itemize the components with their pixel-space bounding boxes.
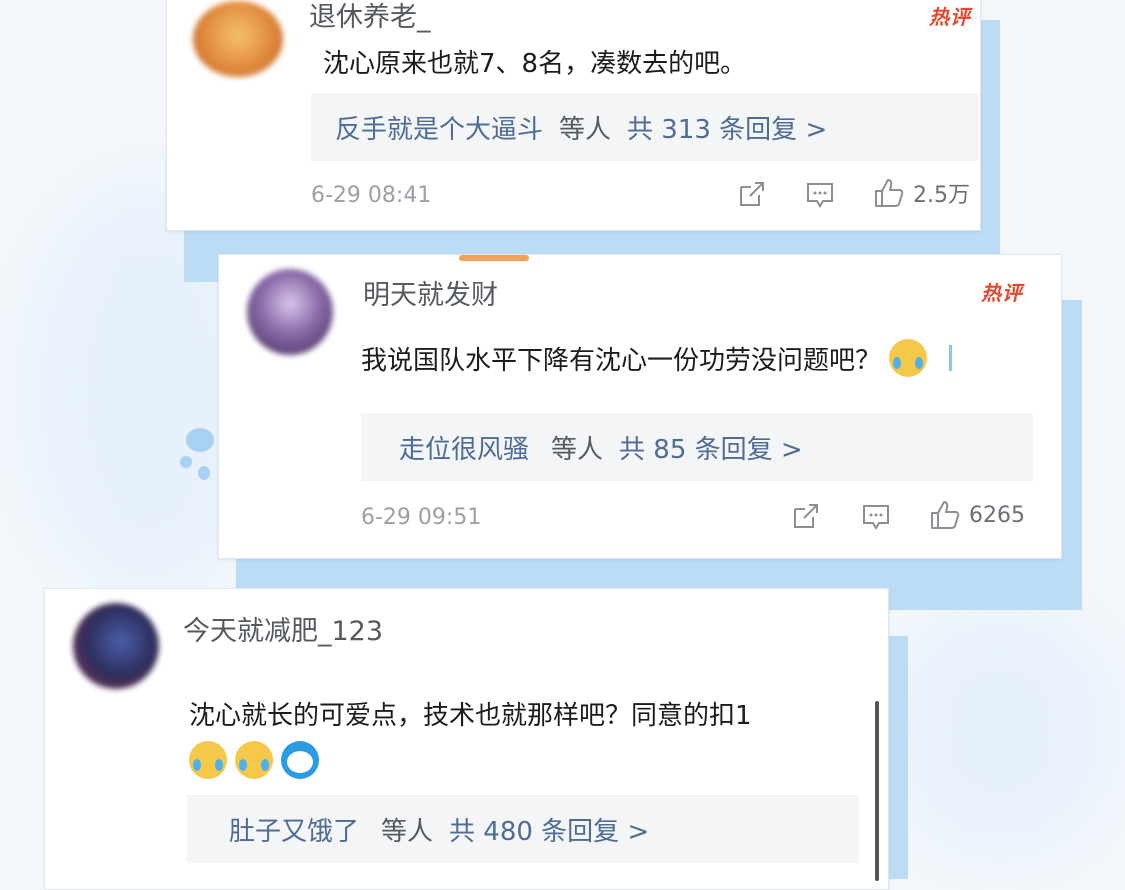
doraemon-emoji <box>281 741 319 779</box>
share-icon <box>737 181 767 209</box>
cry-emoji <box>235 741 273 779</box>
reply-others-label: 等人 <box>551 434 604 465</box>
reply-preview[interactable]: 反手就是个大逼斗 等人 共 313 条回复 > <box>311 93 979 161</box>
comment-icon <box>861 503 891 531</box>
background-blob <box>880 600 1120 860</box>
reply-others-label: 等人 <box>559 114 612 145</box>
share-button[interactable] <box>791 503 821 531</box>
decor-drop <box>186 428 214 452</box>
scrollbar[interactable] <box>875 701 879 881</box>
username[interactable]: 今天就减肥_123 <box>183 609 383 648</box>
reply-others-label: 等人 <box>381 816 434 847</box>
reply-user[interactable]: 反手就是个大逼斗 <box>335 109 543 146</box>
reply-count-link[interactable]: 共 480 条回复 > <box>449 811 649 848</box>
username[interactable]: 明天就发财 <box>363 273 498 312</box>
reply-preview[interactable]: 走位很风骚 等人 共 85 条回复 > <box>361 413 1033 481</box>
like-button[interactable]: 6265 <box>929 499 1025 531</box>
decor-drop <box>198 466 210 480</box>
reply-preview[interactable]: 肚子又饿了 等人 共 480 条回复 > <box>187 795 859 863</box>
like-count: 6265 <box>969 502 1025 528</box>
share-icon <box>791 503 821 531</box>
avatar[interactable] <box>247 269 333 355</box>
reply-count-link[interactable]: 共 85 条回复 > <box>619 429 803 466</box>
share-button[interactable] <box>737 181 767 209</box>
text-cursor <box>949 345 952 371</box>
like-count: 2.5万 <box>913 183 970 208</box>
avatar[interactable] <box>73 603 159 689</box>
timestamp: 6-29 08:41 <box>311 183 432 208</box>
comment-text: 沈心就长的可爱点，技术也就那样吧？同意的扣1 <box>189 701 752 731</box>
decor-drop <box>180 456 192 468</box>
reply-user[interactable]: 肚子又饿了 <box>229 811 359 848</box>
username[interactable]: 退休养老_ <box>309 0 431 34</box>
comment-text-row: 我说国队水平下降有沈心一份功劳没问题吧？ <box>361 339 928 377</box>
emoji-row <box>189 741 319 779</box>
drag-handle[interactable] <box>459 255 529 261</box>
comment-text: 我说国队水平下降有沈心一份功劳没问题吧？ <box>361 345 882 376</box>
comment-icon <box>805 181 835 209</box>
like-icon <box>873 177 905 209</box>
comment-card: 明天就发财 热评 我说国队水平下降有沈心一份功劳没问题吧？ 走位很风骚 等人 共… <box>218 254 1062 559</box>
comment-text: 沈心原来也就7、8名，凑数去的吧。 <box>323 49 747 79</box>
cry-emoji <box>189 741 227 779</box>
timestamp: 6-29 09:51 <box>361 505 482 530</box>
avatar[interactable] <box>193 1 283 77</box>
comment-card: 今天就减肥_123 沈心就长的可爱点，技术也就那样吧？同意的扣1 肚子又饿了 等… <box>44 588 889 890</box>
cry-laugh-emoji <box>889 339 928 377</box>
like-icon <box>929 499 961 531</box>
reply-user[interactable]: 走位很风骚 <box>399 429 529 466</box>
comment-button[interactable] <box>861 503 891 531</box>
hot-badge: 热评 <box>929 5 971 29</box>
like-button[interactable]: 2.5万 <box>873 177 970 209</box>
hot-badge: 热评 <box>981 281 1023 305</box>
comment-button[interactable] <box>805 181 835 209</box>
reply-count-link[interactable]: 共 313 条回复 > <box>627 109 827 146</box>
comment-card: 退休养老_ 热评 沈心原来也就7、8名，凑数去的吧。 反手就是个大逼斗 等人 共… <box>166 0 981 231</box>
